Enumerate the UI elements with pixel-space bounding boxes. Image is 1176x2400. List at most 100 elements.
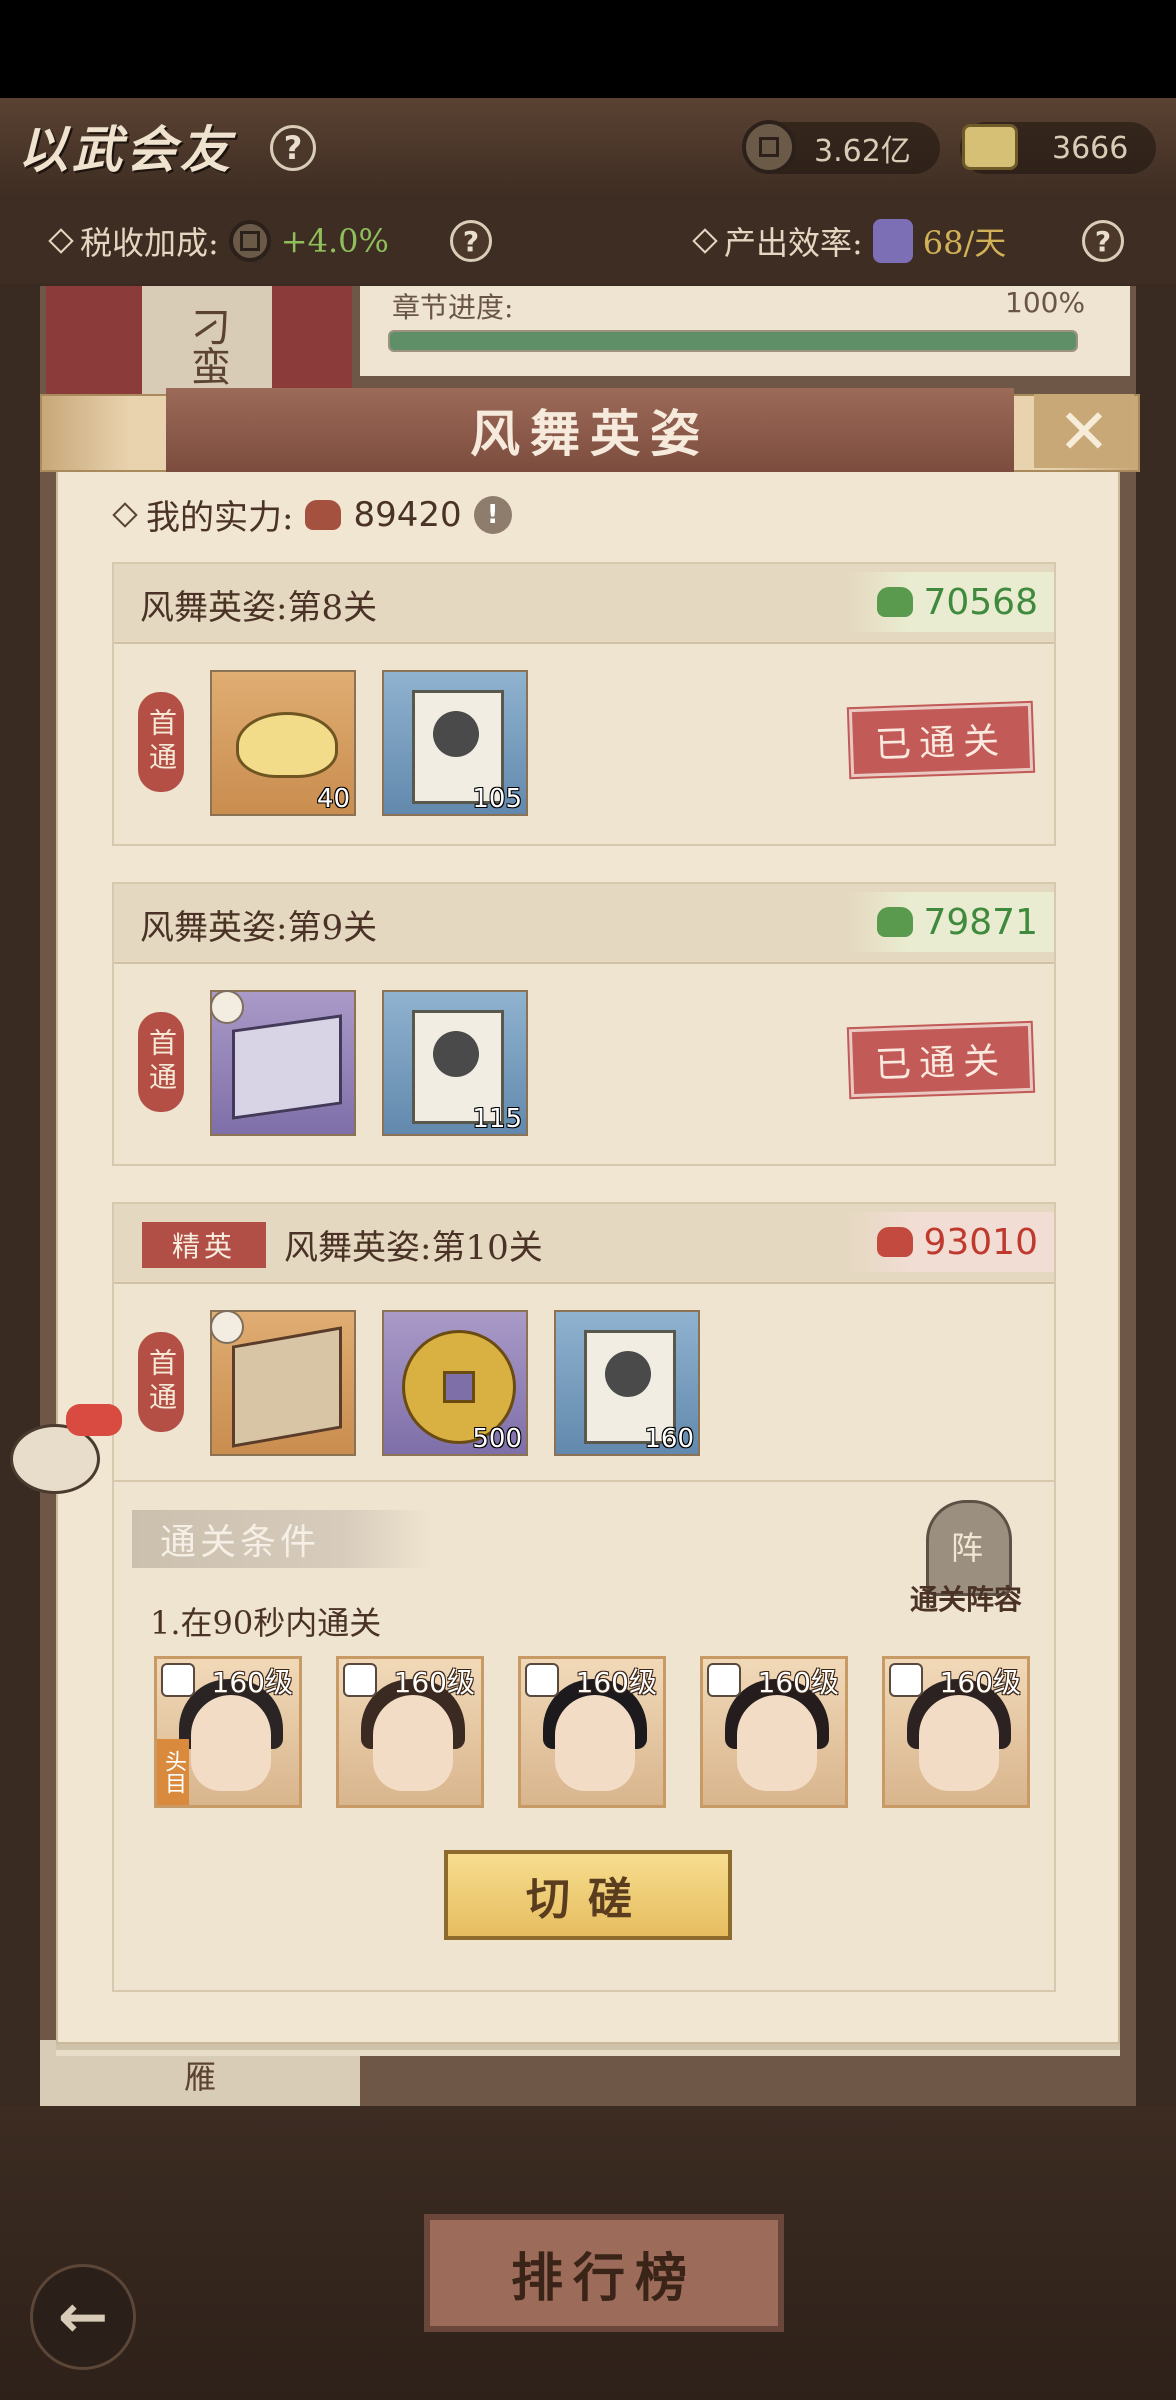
martial-manual-icon bbox=[232, 1326, 342, 1448]
diamond-icon bbox=[48, 228, 74, 254]
title-help-button[interactable]: ? bbox=[270, 125, 316, 171]
output-label: 产出效率: bbox=[724, 224, 863, 262]
progress-label: 章节进度: bbox=[392, 291, 514, 324]
gift-box-icon bbox=[232, 1014, 342, 1120]
status-bar bbox=[0, 0, 1176, 98]
copper-coin-icon bbox=[228, 220, 271, 262]
dialog-title: 风舞英姿 bbox=[166, 388, 1014, 472]
reward-item[interactable]: 160 bbox=[554, 1310, 700, 1456]
stage-title: 风舞英姿:第10关 bbox=[284, 1228, 543, 1268]
stage-power-value: 93010 bbox=[923, 1221, 1038, 1263]
reward-item[interactable]: 500 bbox=[382, 1310, 528, 1456]
gold-ingot-icon bbox=[236, 712, 338, 778]
background-tab-red bbox=[46, 286, 142, 406]
leader-tag: 头目 bbox=[157, 1739, 189, 1805]
stage-power: 93010 bbox=[847, 1212, 1054, 1272]
hero-level: 160级 bbox=[211, 1666, 293, 1699]
leaderboard-button[interactable]: 排行榜 bbox=[424, 2214, 784, 2332]
reward-item[interactable] bbox=[210, 990, 356, 1136]
stage-power: 70568 bbox=[847, 572, 1054, 632]
reward-qty: 160 bbox=[644, 1424, 694, 1454]
hero-portrait bbox=[919, 1695, 999, 1791]
clear-lineup-button[interactable]: 阵 通关阵容 bbox=[896, 1500, 1036, 1620]
class-icon bbox=[161, 1663, 195, 1697]
class-icon bbox=[343, 1663, 377, 1697]
reward-item[interactable]: 115 bbox=[382, 990, 528, 1136]
chat-notification-badge bbox=[66, 1404, 122, 1436]
coin-count: 3.62亿 bbox=[814, 134, 911, 169]
my-power-value: 89420 bbox=[353, 494, 462, 535]
lock-icon bbox=[210, 990, 244, 1024]
divider bbox=[114, 1480, 1054, 1482]
stage-power: 79871 bbox=[847, 892, 1054, 952]
token-count: 3666 bbox=[1052, 130, 1129, 166]
scroll-resource-icon bbox=[872, 219, 913, 263]
progress-bar-fill bbox=[390, 332, 1076, 350]
lineup-label: 通关阵容 bbox=[909, 1583, 1022, 1616]
fist-icon bbox=[877, 1227, 914, 1257]
hero-portrait bbox=[555, 1695, 635, 1791]
progress-value: 100% bbox=[1005, 286, 1086, 319]
copper-coin-icon bbox=[742, 120, 796, 174]
output-rate: 产出效率: 68/天 bbox=[692, 218, 1007, 264]
enemy-hero-5[interactable]: 160级 bbox=[882, 1656, 1030, 1808]
enemy-hero-4[interactable]: 160级 bbox=[700, 1656, 848, 1808]
power-info-button[interactable]: ! bbox=[473, 495, 512, 534]
reward-qty: 500 bbox=[472, 1424, 522, 1454]
page-title: 以武会友 bbox=[18, 120, 234, 179]
cleared-stamp: 已通关 bbox=[848, 1022, 1034, 1098]
stage-card-8: 风舞英姿:第8关 70568 首通 40 105 已通关 bbox=[112, 562, 1056, 846]
elite-tag: 精英 bbox=[142, 1222, 266, 1268]
stage-power-value: 79871 bbox=[923, 901, 1038, 943]
cleared-stamp: 已通关 bbox=[848, 702, 1034, 778]
reward-qty: 105 bbox=[472, 784, 522, 814]
hero-level: 160级 bbox=[575, 1666, 657, 1699]
class-icon bbox=[889, 1663, 923, 1697]
fist-icon bbox=[877, 907, 914, 937]
tax-bonus: 税收加成: +4.0% bbox=[48, 218, 389, 264]
fist-icon bbox=[877, 587, 914, 617]
stage-card-9: 风舞英姿:第9关 79871 首通 115 已通关 bbox=[112, 882, 1056, 1166]
hero-portrait bbox=[737, 1695, 817, 1791]
lineup-seal-text: 阵 bbox=[951, 1529, 984, 1567]
condition-1: 1.在90秒内通关 bbox=[150, 1604, 382, 1642]
my-power-label: 我的实力: bbox=[146, 498, 294, 538]
class-icon bbox=[525, 1663, 559, 1697]
enemy-hero-3[interactable]: 160级 bbox=[518, 1656, 666, 1808]
fist-icon bbox=[305, 499, 342, 530]
reward-item[interactable] bbox=[210, 1310, 356, 1456]
ingot-token-icon bbox=[962, 124, 1018, 170]
diamond-icon bbox=[692, 228, 718, 254]
stage-title: 风舞英姿:第8关 bbox=[140, 588, 378, 628]
hero-portrait bbox=[373, 1695, 453, 1791]
output-value: 68/天 bbox=[922, 224, 1007, 262]
output-help-button[interactable]: ? bbox=[1082, 220, 1124, 262]
background-row-label: 雁 bbox=[40, 2040, 360, 2110]
tax-help-button[interactable]: ? bbox=[450, 220, 492, 262]
reward-qty: 40 bbox=[316, 784, 350, 814]
reward-qty: 115 bbox=[472, 1104, 522, 1134]
hero-level: 160级 bbox=[939, 1666, 1021, 1699]
stage-power-value: 70568 bbox=[923, 581, 1038, 623]
back-button[interactable]: ← bbox=[30, 2264, 136, 2370]
conditions-title: 通关条件 bbox=[132, 1510, 432, 1568]
my-power: 我的实力: 89420 ! bbox=[112, 490, 512, 539]
reward-item[interactable]: 40 bbox=[210, 670, 356, 816]
tax-value: +4.0% bbox=[280, 222, 389, 260]
stage-title: 风舞英姿:第9关 bbox=[140, 908, 378, 948]
class-icon bbox=[707, 1663, 741, 1697]
hero-portrait bbox=[191, 1695, 271, 1791]
hero-level: 160级 bbox=[757, 1666, 839, 1699]
progress-bar bbox=[388, 330, 1078, 352]
close-button[interactable]: ✕ bbox=[1034, 394, 1134, 468]
reward-item[interactable]: 105 bbox=[382, 670, 528, 816]
diamond-icon bbox=[112, 501, 138, 528]
challenge-button[interactable]: 切磋 bbox=[444, 1850, 732, 1940]
lock-icon bbox=[210, 1310, 244, 1344]
first-clear-tag: 首通 bbox=[138, 692, 184, 792]
enemy-hero-2[interactable]: 160级 bbox=[336, 1656, 484, 1808]
chat-button[interactable] bbox=[0, 1404, 122, 1496]
first-clear-tag: 首通 bbox=[138, 1012, 184, 1112]
enemy-hero-1[interactable]: 160级 头目 bbox=[154, 1656, 302, 1808]
hero-level: 160级 bbox=[393, 1666, 475, 1699]
